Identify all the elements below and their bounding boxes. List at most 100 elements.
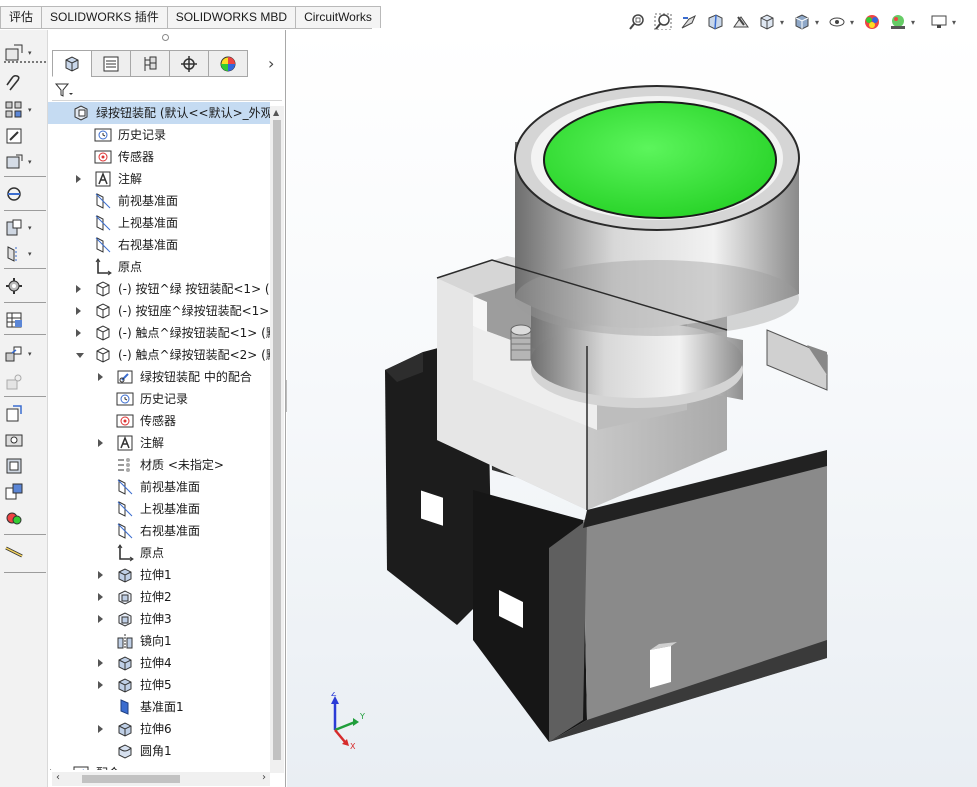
plane-icon [95, 237, 111, 253]
tree-item[interactable]: 拉伸1 [48, 564, 270, 586]
tree-item[interactable]: 注解 [48, 168, 270, 190]
take-snapshot-command[interactable] [4, 428, 44, 452]
large-assembly-command[interactable] [4, 454, 44, 478]
tree-item[interactable]: (-) 触点^绿按钮装配<1> (默认< [48, 322, 270, 344]
expand-arrow-icon[interactable] [76, 175, 81, 183]
expand-arrow-icon[interactable] [76, 329, 81, 337]
reference-geometry-command[interactable]: ▾ [4, 242, 44, 266]
smart-fasteners-command[interactable] [4, 124, 44, 148]
tree-item[interactable]: 镜向1 [48, 630, 270, 652]
tree-item[interactable]: 拉伸3 [48, 608, 270, 630]
expand-arrow-icon[interactable] [98, 615, 103, 623]
tree-item[interactable]: 拉伸5 [48, 674, 270, 696]
defeature-command[interactable] [4, 480, 44, 504]
tab-solidworks-mbd[interactable]: SOLIDWORKS MBD [166, 6, 297, 28]
tree-item[interactable]: 拉伸4 [48, 652, 270, 674]
exploded-view-command[interactable]: ▾ [4, 342, 44, 366]
bill-of-materials-command[interactable] [4, 308, 44, 332]
tab-display-manager[interactable] [208, 50, 248, 77]
tree-item[interactable]: 拉伸2 [48, 586, 270, 608]
tab-circuitworks[interactable]: CircuitWorks [295, 6, 381, 28]
show-hidden-components-command[interactable] [4, 182, 44, 206]
interference-detection-command[interactable] [4, 506, 44, 530]
tab-dimxpert-manager[interactable] [169, 50, 209, 77]
separator [4, 302, 46, 303]
sensor-icon [94, 150, 112, 164]
scroll-thumb[interactable] [273, 120, 281, 760]
tree-item-label: (-) 按钮座^绿按钮装配<1> (默认 [118, 304, 270, 318]
tab-configuration-manager[interactable] [130, 50, 170, 77]
exploded-view-icon [5, 346, 22, 362]
chevron-right-icon[interactable]: › [262, 772, 266, 783]
tree-item[interactable]: 拉伸6 [48, 718, 270, 740]
move-component-command[interactable]: ▾ [4, 150, 44, 174]
chevron-left-icon[interactable]: ‹ [56, 772, 60, 783]
expand-arrow-icon[interactable] [76, 285, 81, 293]
tree-item-label: 拉伸2 [140, 590, 172, 604]
tree-item[interactable]: 上视基准面 [48, 498, 270, 520]
tab-solidworks-addins[interactable]: SOLIDWORKS 插件 [41, 6, 168, 28]
insert-component-icon [5, 44, 23, 61]
panel-collapse-handle[interactable] [162, 34, 169, 41]
new-motion-study-command[interactable] [4, 274, 44, 298]
tree-item-label: 拉伸4 [140, 656, 172, 670]
expand-arrow-icon[interactable] [98, 593, 103, 601]
scroll-thumb[interactable] [82, 775, 180, 783]
tree-item[interactable]: 传感器 [48, 410, 270, 432]
tab-feature-manager[interactable] [52, 50, 92, 77]
tree-item[interactable]: (-) 按钮^绿 按钮装配<1> (默认 [48, 278, 270, 300]
update-speedpak-command[interactable] [4, 402, 44, 426]
tree-item[interactable]: 历史记录 [48, 124, 270, 146]
tree-item[interactable]: 右视基准面 [48, 520, 270, 542]
push-button-model[interactable] [287, 30, 977, 787]
expand-arrow-icon[interactable] [98, 439, 103, 447]
tree-item[interactable]: 原点 [48, 542, 270, 564]
graphics-area[interactable]: Z Y X [287, 30, 977, 787]
scroll-up-icon[interactable]: ▲ [273, 108, 279, 117]
linear-pattern-command[interactable]: ▾ [4, 98, 44, 122]
measure-command[interactable] [4, 540, 44, 564]
expand-arrow-open-icon[interactable] [76, 353, 84, 358]
expand-arrow-icon[interactable] [76, 307, 81, 315]
speedpak-icon [6, 405, 22, 422]
mate-command[interactable] [4, 72, 44, 96]
expand-arrow-icon[interactable] [98, 373, 103, 381]
tree-item[interactable]: 上视基准面 [48, 212, 270, 234]
tree-item[interactable]: 原点 [48, 256, 270, 278]
expand-arrow-icon[interactable] [50, 769, 55, 770]
ruler-icon [5, 546, 23, 558]
configuration-icon [144, 56, 157, 71]
material-icon [118, 458, 130, 472]
tree-item[interactable]: 材质 <未指定> [48, 454, 270, 476]
tree-item-label: 拉伸3 [140, 612, 172, 626]
assembly-features-command[interactable]: ▾ [4, 216, 44, 240]
expand-arrow-icon[interactable] [98, 725, 103, 733]
tree-item[interactable]: 配合 [48, 762, 270, 770]
tree-item[interactable]: 基准面1 [48, 696, 270, 718]
tab-property-manager[interactable] [91, 50, 131, 77]
tree-item[interactable]: (-) 按钮座^绿按钮装配<1> (默认 [48, 300, 270, 322]
expand-arrow-icon[interactable] [98, 681, 103, 689]
tree-item[interactable]: 圆角1 [48, 740, 270, 762]
tree-item[interactable]: 传感器 [48, 146, 270, 168]
tree-item[interactable]: 注解 [48, 432, 270, 454]
tree-item-label: 拉伸5 [140, 678, 172, 692]
tree-item[interactable]: 绿按钮装配 中的配合 [48, 366, 270, 388]
tree-item[interactable]: (-) 触点^绿按钮装配<2> (默认< [48, 344, 270, 366]
vertical-scrollbar[interactable]: ▲ [270, 106, 284, 773]
tree-item[interactable]: 前视基准面 [48, 190, 270, 212]
tree-item[interactable]: 绿按钮装配 (默认<<默认>_外观 显示 [48, 102, 270, 124]
extrude-icon [118, 722, 132, 737]
tree-item-label: 材质 <未指定> [140, 458, 224, 472]
expand-arrow-icon[interactable] [98, 659, 103, 667]
tree-item[interactable]: 历史记录 [48, 388, 270, 410]
chevron-right-icon[interactable]: › [268, 54, 274, 73]
tree-item[interactable]: 右视基准面 [48, 234, 270, 256]
filter-icon[interactable] [54, 80, 78, 100]
history-icon [94, 128, 112, 142]
expand-arrow-icon[interactable] [98, 571, 103, 579]
tab-evaluate[interactable]: 评估 [0, 6, 43, 28]
tree-item[interactable]: 前视基准面 [48, 476, 270, 498]
horizontal-scrollbar[interactable]: ‹ › [52, 772, 270, 786]
assembly-command[interactable]: ▾ [4, 41, 44, 65]
